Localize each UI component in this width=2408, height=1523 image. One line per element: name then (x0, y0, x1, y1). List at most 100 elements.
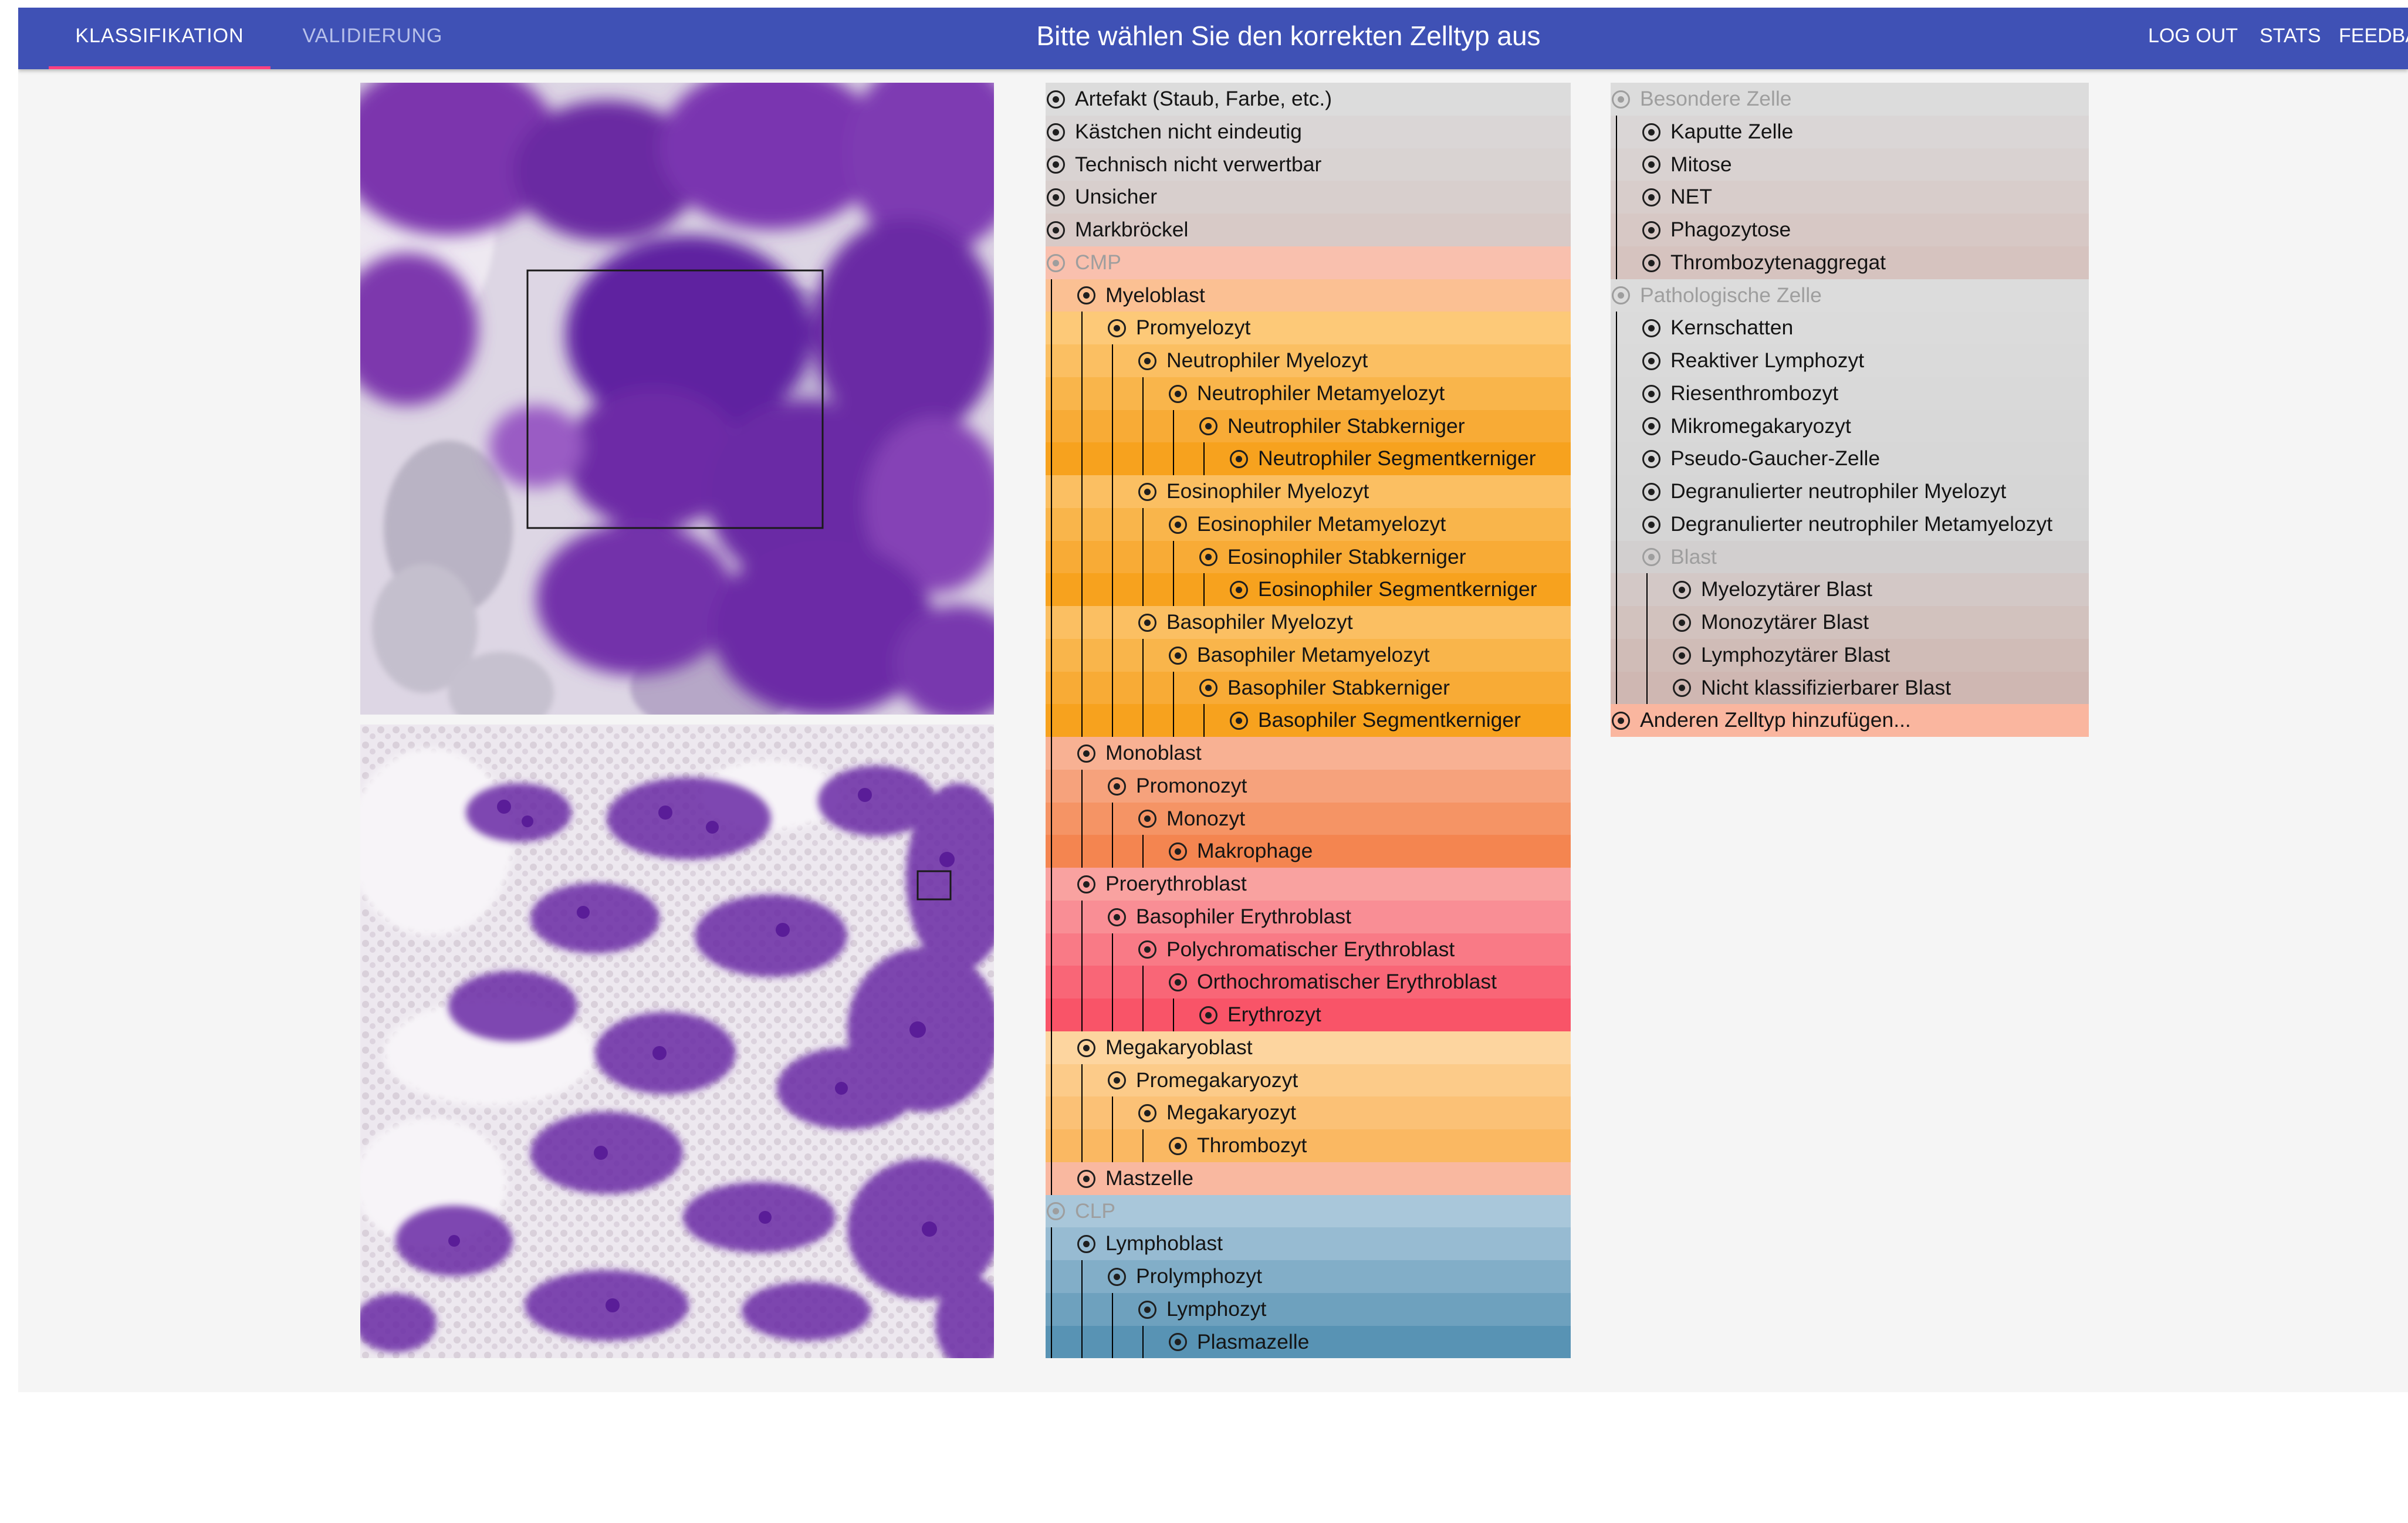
radio-button-icon[interactable] (1138, 1104, 1156, 1123)
cell-type-option-monozyt[interactable]: Monozyt (1046, 802, 1571, 835)
radio-button-icon[interactable] (1047, 221, 1065, 239)
radio-button-icon[interactable] (1642, 155, 1660, 174)
cell-type-option-neutrophiler-myelozyt[interactable]: Neutrophiler Myelozyt (1046, 344, 1571, 377)
cell-type-option-makrophage[interactable]: Makrophage (1046, 835, 1571, 868)
cell-type-option-riesenthrombozyt[interactable]: Riesenthrombozyt (1611, 377, 2089, 410)
cell-type-option-kaestchen-nicht-eindeutig[interactable]: Kästchen nicht eindeutig (1046, 115, 1571, 148)
cell-type-option-mitose[interactable]: Mitose (1611, 148, 2089, 181)
radio-button-icon[interactable] (1673, 613, 1691, 632)
stats-button[interactable]: STATS (2260, 8, 2321, 69)
radio-button-icon[interactable] (1169, 515, 1187, 534)
radio-button-icon[interactable] (1642, 319, 1660, 338)
cell-type-option-anderen-zelltyp-hinzufuegen[interactable]: Anderen Zelltyp hinzufügen... (1611, 704, 2089, 737)
radio-button-icon[interactable] (1108, 1071, 1126, 1090)
radio-button-icon[interactable] (1612, 712, 1630, 730)
radio-button-icon[interactable] (1642, 417, 1660, 436)
cell-type-option-proerythroblast[interactable]: Proerythroblast (1046, 868, 1571, 901)
radio-button-icon[interactable] (1047, 155, 1065, 174)
radio-button-icon[interactable] (1230, 581, 1248, 600)
radio-button-icon[interactable] (1199, 679, 1217, 698)
cell-type-option-basophiler-stabkerniger[interactable]: Basophiler Stabkerniger (1046, 671, 1571, 705)
cell-type-option-artefakt-staub-farbe-etc[interactable]: Artefakt (Staub, Farbe, etc.) (1046, 83, 1571, 116)
cell-type-option-thrombozytenaggregat[interactable]: Thrombozytenaggregat (1611, 246, 2089, 279)
radio-button-icon[interactable] (1138, 351, 1156, 370)
radio-button-icon[interactable] (1169, 384, 1187, 403)
cell-type-option-neutrophiler-segmentkerniger[interactable]: Neutrophiler Segmentkerniger (1046, 442, 1571, 475)
cell-type-option-erythrozyt[interactable]: Erythrozyt (1046, 999, 1571, 1031)
cell-type-option-pseudo-gaucher-zelle[interactable]: Pseudo-Gaucher-Zelle (1611, 442, 2089, 475)
radio-button-icon[interactable] (1077, 744, 1095, 763)
cell-type-option-technisch-nicht-verwertbar[interactable]: Technisch nicht verwertbar (1046, 148, 1571, 181)
cell-type-option-lymphoblast[interactable]: Lymphoblast (1046, 1227, 1571, 1260)
radio-button-icon[interactable] (1077, 1235, 1095, 1254)
cell-type-option-nicht-klassifizierbarer-blast[interactable]: Nicht klassifizierbarer Blast (1611, 671, 2089, 705)
radio-button-icon[interactable] (1138, 1300, 1156, 1319)
radio-button-icon[interactable] (1169, 1333, 1187, 1352)
cell-type-option-eosinophiler-segmentkerniger[interactable]: Eosinophiler Segmentkerniger (1046, 573, 1571, 606)
cell-type-option-lymphozyt[interactable]: Lymphozyt (1046, 1292, 1571, 1326)
cell-type-option-phagozytose[interactable]: Phagozytose (1611, 214, 2089, 246)
radio-button-icon[interactable] (1230, 712, 1248, 730)
radio-button-icon[interactable] (1642, 253, 1660, 272)
radio-button-icon[interactable] (1642, 123, 1660, 141)
cell-type-option-monozytaerer-blast[interactable]: Monozytärer Blast (1611, 606, 2089, 639)
radio-button-icon[interactable] (1199, 548, 1217, 567)
radio-button-icon[interactable] (1138, 613, 1156, 632)
cell-type-option-unsicher[interactable]: Unsicher (1046, 181, 1571, 214)
cell-type-option-degranulierter-neutrophiler-myelozyt[interactable]: Degranulierter neutrophiler Myelozyt (1611, 475, 2089, 508)
cell-type-option-basophiler-erythroblast[interactable]: Basophiler Erythroblast (1046, 900, 1571, 933)
radio-button-icon[interactable] (1108, 777, 1126, 796)
radio-button-icon[interactable] (1169, 842, 1187, 861)
radio-button-icon[interactable] (1642, 384, 1660, 403)
cell-type-option-eosinophiler-myelozyt[interactable]: Eosinophiler Myelozyt (1046, 475, 1571, 508)
radio-button-icon[interactable] (1673, 679, 1691, 698)
radio-button-icon[interactable] (1169, 1136, 1187, 1155)
cell-type-option-plasmazelle[interactable]: Plasmazelle (1046, 1325, 1571, 1359)
cell-type-option-eosinophiler-stabkerniger[interactable]: Eosinophiler Stabkerniger (1046, 540, 1571, 574)
radio-button-icon[interactable] (1642, 351, 1660, 370)
radio-button-icon[interactable] (1047, 123, 1065, 141)
cell-type-option-myelozytaerer-blast[interactable]: Myelozytärer Blast (1611, 573, 2089, 606)
cell-type-option-polychromatischer-erythroblast[interactable]: Polychromatischer Erythroblast (1046, 933, 1571, 966)
cell-type-option-promyelozyt[interactable]: Promyelozyt (1046, 312, 1571, 344)
cell-type-option-basophiler-segmentkerniger[interactable]: Basophiler Segmentkerniger (1046, 704, 1571, 737)
radio-button-icon[interactable] (1138, 810, 1156, 828)
cell-type-option-reaktiver-lymphozyt[interactable]: Reaktiver Lymphozyt (1611, 344, 2089, 377)
cell-type-option-promonozyt[interactable]: Promonozyt (1046, 769, 1571, 803)
cell-type-option-basophiler-myelozyt[interactable]: Basophiler Myelozyt (1046, 606, 1571, 639)
cell-type-option-mastzelle[interactable]: Mastzelle (1046, 1162, 1571, 1195)
radio-button-icon[interactable] (1199, 417, 1217, 436)
cell-type-option-kernschatten[interactable]: Kernschatten (1611, 312, 2089, 344)
radio-button-icon[interactable] (1077, 875, 1095, 894)
cell-type-option-mikromegakaryozyt[interactable]: Mikromegakaryozyt (1611, 409, 2089, 443)
radio-button-icon[interactable] (1108, 908, 1126, 926)
radio-button-icon[interactable] (1077, 1038, 1095, 1057)
cell-type-option-net[interactable]: NET (1611, 181, 2089, 214)
radio-button-icon[interactable] (1169, 973, 1187, 992)
cell-type-option-megakaryoblast[interactable]: Megakaryoblast (1046, 1031, 1571, 1064)
cell-type-option-neutrophiler-stabkerniger[interactable]: Neutrophiler Stabkerniger (1046, 409, 1571, 443)
radio-button-icon[interactable] (1642, 515, 1660, 534)
radio-button-icon[interactable] (1230, 450, 1248, 469)
tab-validierung[interactable]: VALIDIERUNG (270, 8, 475, 69)
radio-button-icon[interactable] (1199, 1006, 1217, 1024)
cell-type-option-promegakaryozyt[interactable]: Promegakaryozyt (1046, 1064, 1571, 1097)
feedback-button[interactable]: FEEDBACK (2339, 8, 2408, 69)
radio-button-icon[interactable] (1642, 221, 1660, 239)
radio-button-icon[interactable] (1169, 646, 1187, 665)
cell-type-option-lymphozytaerer-blast[interactable]: Lymphozytärer Blast (1611, 638, 2089, 672)
radio-button-icon[interactable] (1077, 1169, 1095, 1188)
radio-button-icon[interactable] (1108, 1267, 1126, 1286)
cell-type-option-prolymphozyt[interactable]: Prolymphozyt (1046, 1260, 1571, 1293)
cell-type-option-degranulierter-neutrophiler-metamyelozyt[interactable]: Degranulierter neutrophiler Metamyelozyt (1611, 507, 2089, 541)
radio-button-icon[interactable] (1138, 482, 1156, 501)
radio-button-icon[interactable] (1108, 319, 1126, 338)
cell-type-option-basophiler-metamyelozyt[interactable]: Basophiler Metamyelozyt (1046, 638, 1571, 672)
radio-button-icon[interactable] (1138, 940, 1156, 959)
cell-type-option-megakaryozyt[interactable]: Megakaryozyt (1046, 1096, 1571, 1129)
radio-button-icon[interactable] (1642, 482, 1660, 501)
cell-type-option-monoblast[interactable]: Monoblast (1046, 737, 1571, 770)
cell-type-option-myeloblast[interactable]: Myeloblast (1046, 279, 1571, 312)
radio-button-icon[interactable] (1642, 450, 1660, 469)
radio-button-icon[interactable] (1077, 286, 1095, 305)
